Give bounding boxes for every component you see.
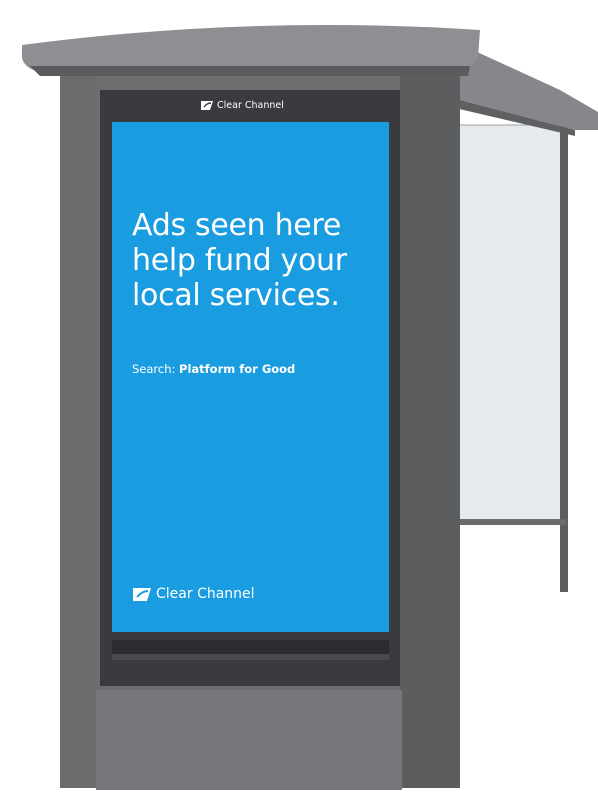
search-prefix: Search:	[132, 362, 176, 376]
bottom-brand-logo: Clear Channel	[132, 586, 255, 602]
clear-channel-logo-icon	[133, 587, 151, 601]
roof-cap-underside	[30, 66, 470, 76]
glass-rail	[450, 519, 566, 525]
pillar-side	[400, 75, 460, 788]
top-brand-label: Clear Channel	[217, 100, 284, 111]
pillar-base	[96, 690, 402, 790]
pillar-edge-left	[60, 75, 96, 788]
vent-slot-lip	[112, 654, 389, 660]
search-term: Platform for Good	[179, 362, 296, 376]
clear-channel-logo-icon	[201, 101, 213, 110]
bottom-brand-label: Clear Channel	[156, 586, 255, 602]
glass-panel	[454, 124, 567, 521]
search-prompt: Search: Platform for Good	[132, 362, 295, 376]
ad-headline: Ads seen here help fund your local servi…	[132, 208, 382, 313]
ad-screen: Ads seen here help fund your local servi…	[112, 122, 389, 632]
headline-line-3: local services.	[132, 278, 340, 313]
top-brand-logo: Clear Channel	[200, 100, 284, 111]
vent-slot	[112, 640, 389, 654]
headline-line-1: Ads seen here	[132, 208, 342, 243]
headline-line-2: help fund your	[132, 243, 347, 278]
bus-shelter-scene: Clear Channel Ads seen here help fund yo…	[0, 0, 598, 800]
